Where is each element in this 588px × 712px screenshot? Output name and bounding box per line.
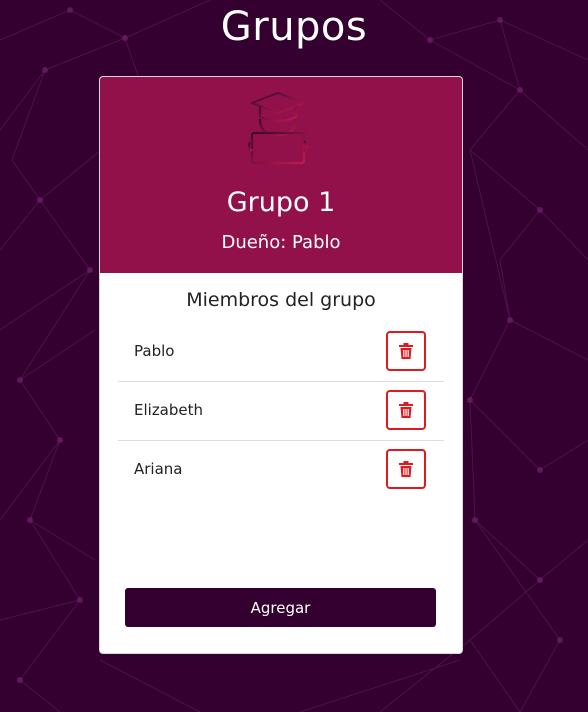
trash-icon [399,402,413,418]
trash-icon [399,343,413,359]
list-item: Ariana [118,441,444,499]
add-member-button[interactable]: Agregar [125,588,436,627]
delete-member-button[interactable] [386,331,426,371]
group-card-header: Grupo 1 Dueño: Pablo [100,77,462,273]
group-name: Grupo 1 [226,187,336,218]
members-section-title: Miembros del grupo [186,289,376,311]
list-item: Pablo [118,323,444,382]
page-title: Grupos [220,4,368,50]
delete-member-button[interactable] [386,390,426,430]
student-reading-icon [247,91,309,165]
member-list: Pablo Elizabeth Ariana [118,323,444,499]
trash-icon [399,461,413,477]
member-name: Pablo [134,342,175,360]
list-item: Elizabeth [118,382,444,441]
group-card: Grupo 1 Dueño: Pablo Miembros del grupo … [99,76,463,654]
member-name: Elizabeth [134,401,204,419]
member-name: Ariana [134,460,183,478]
group-owner: Dueño: Pablo [221,232,341,253]
delete-member-button[interactable] [386,449,426,489]
